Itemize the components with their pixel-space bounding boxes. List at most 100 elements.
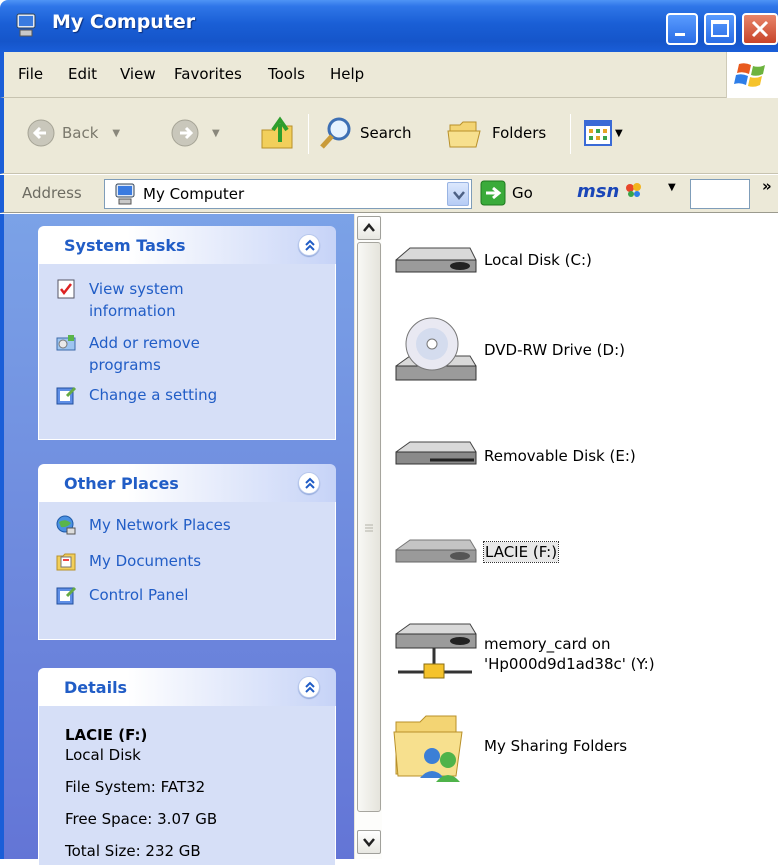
folders-icon [447,121,481,148]
my-documents-icon [56,553,76,571]
other-places-body: My Network Places My Documents Control P… [38,502,336,640]
msn-dropdown-icon[interactable]: ▼ [668,182,676,193]
vertical-scrollbar[interactable] [354,214,382,859]
menu-view[interactable]: View [120,65,156,83]
forward-button[interactable]: ▼ [170,118,220,148]
views-button[interactable]: ▼ [584,120,623,146]
drive-label: Removable Disk (E:) [484,447,636,465]
folders-label: Folders [492,124,547,142]
drive-e[interactable]: Removable Disk (E:) [390,416,636,496]
add-remove-programs-icon [56,335,76,351]
go-arrow-icon [480,180,506,206]
hard-disk-icon [390,512,480,592]
system-tasks-body: View system information Add or remove pr… [38,264,336,440]
views-dropdown-icon[interactable]: ▼ [615,128,623,139]
menu-help[interactable]: Help [330,65,364,83]
task-change-setting[interactable]: Change a setting [55,384,217,406]
network-places-icon [56,515,76,535]
chevron-up-double-icon [305,239,315,251]
my-computer-icon [16,13,36,37]
address-value: My Computer [143,185,245,203]
place-my-network-places[interactable]: My Network Places [55,514,231,536]
control-panel-icon [56,586,77,605]
other-places-header[interactable]: Other Places [38,464,336,502]
address-field[interactable]: My Computer [104,179,472,209]
drive-y[interactable]: memory_card on 'Hp000d9d1ad38c' (Y:) [390,614,684,694]
dvd-drive-icon [390,310,480,390]
place-label: Control Panel [89,586,189,604]
details-file-system: File System: FAT32 [65,778,206,796]
my-sharing-folders[interactable]: My Sharing Folders [390,706,627,786]
details-total-size: Total Size: 232 GB [65,842,201,860]
chevron-up-double-icon [305,477,315,489]
search-icon [320,117,351,149]
forward-dropdown-icon[interactable]: ▼ [212,128,220,139]
windows-logo [726,52,778,98]
task-pane: System Tasks View system information Add… [0,214,354,866]
menu-file[interactable]: File [18,65,43,83]
scroll-down-button[interactable] [357,830,381,854]
window-title: My Computer [52,11,196,33]
control-panel-icon [56,386,77,405]
place-control-panel[interactable]: Control Panel [55,584,188,606]
place-my-documents[interactable]: My Documents [55,550,201,572]
collapse-button[interactable] [298,234,320,256]
back-button[interactable]: Back ▼ [26,118,120,148]
back-dropdown-icon[interactable]: ▼ [112,128,120,139]
standard-toolbar: Back ▼ ▼ Search Folders ▼ [0,98,778,174]
menu-favorites[interactable]: Favorites [174,65,242,83]
chevron-down-icon [363,838,375,847]
details-header[interactable]: Details [38,668,336,706]
scroll-up-button[interactable] [357,216,381,240]
go-label: Go [512,184,533,202]
task-label: View system information [89,280,184,320]
drive-d[interactable]: DVD-RW Drive (D:) [390,310,625,390]
chevron-up-icon [363,223,375,232]
drive-c[interactable]: Local Disk (C:) [390,220,592,300]
network-drive-icon [390,614,480,694]
chevron-down-icon [453,191,465,200]
details-title: Details [64,678,128,697]
system-tasks-panel: System Tasks View system information Add… [38,226,336,440]
details-panel: Details LACIE (F:) Local Disk File Syste… [38,668,336,866]
system-tasks-header[interactable]: System Tasks [38,226,336,264]
task-view-system-info[interactable]: View system information [55,278,255,322]
up-folder-icon [261,116,293,149]
maximize-button[interactable] [704,13,736,45]
menu-edit[interactable]: Edit [68,65,97,83]
up-folder-button[interactable] [258,112,298,152]
address-bar: Address My Computer Go msn ▼ » [0,175,778,213]
details-drive-type: Local Disk [65,746,141,764]
menu-tools[interactable]: Tools [268,65,305,83]
drives-view: Local Disk (C:) DVD-RW Drive (D:) Remova… [382,214,778,859]
grip-icon [365,524,373,532]
maximize-icon [711,20,729,37]
task-label: Add or remove programs [89,334,200,374]
search-button[interactable]: Search [318,115,412,151]
my-computer-icon [115,183,135,205]
drive-label: memory_card on 'Hp000d9d1ad38c' (Y:) [484,635,655,673]
scroll-thumb[interactable] [357,242,381,812]
address-dropdown-button[interactable] [447,182,469,206]
drive-label: LACIE (F:) [482,541,560,563]
windows-flag-icon [734,63,765,87]
go-button[interactable]: Go [480,180,533,206]
folders-button[interactable]: Folders [446,115,546,151]
more-toolbar-chevron[interactable]: » [762,177,772,195]
back-label: Back [62,124,99,142]
collapse-button[interactable] [298,676,320,698]
drive-f[interactable]: LACIE (F:) [390,512,560,592]
system-tasks-title: System Tasks [64,236,186,255]
collapse-button[interactable] [298,472,320,494]
msn-button[interactable]: msn [577,181,644,202]
msn-search-field[interactable] [690,179,750,209]
minimize-button[interactable] [666,13,698,45]
task-label: Change a setting [89,386,218,404]
close-button[interactable] [742,13,778,45]
other-places-title: Other Places [64,474,179,493]
title-bar[interactable]: My Computer [0,0,778,52]
minimize-icon [675,33,685,36]
forward-arrow-icon [171,119,199,147]
task-add-remove-programs[interactable]: Add or remove programs [55,332,255,376]
toolbar-separator [308,114,309,154]
